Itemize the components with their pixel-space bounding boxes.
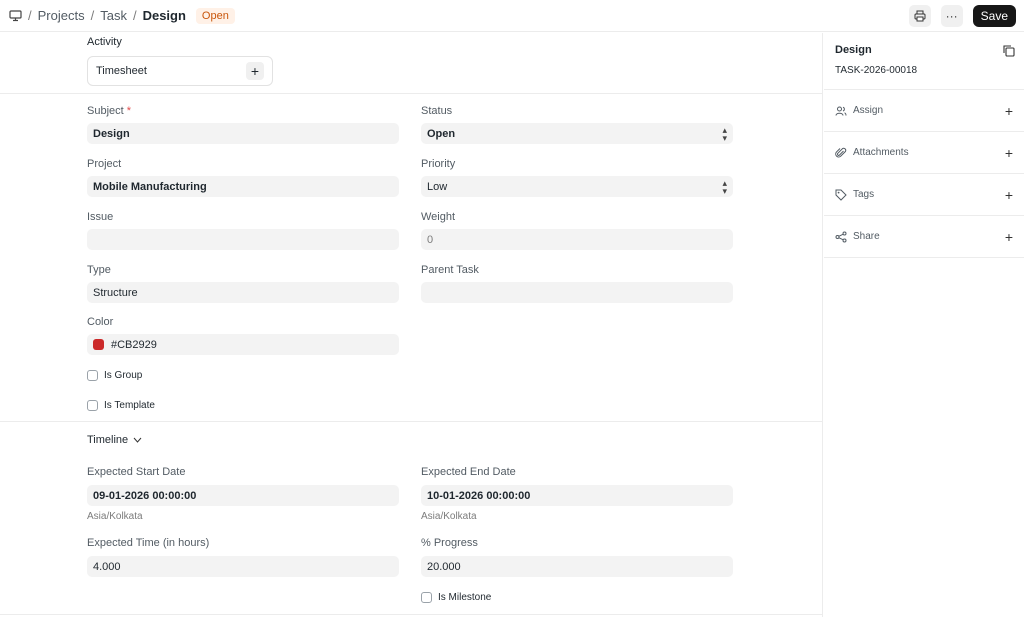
subject-label: Subject * [87, 105, 131, 117]
timeline-section: Timeline Expected Start Date 09-01-2026 … [0, 422, 823, 615]
activity-section: Activity Timesheet + [0, 33, 823, 94]
is-milestone-checkbox[interactable] [421, 592, 432, 603]
timeline-title: Timeline [87, 434, 129, 446]
issue-label: Issue [87, 211, 114, 223]
expected-time-label: Expected Time (in hours) [87, 537, 210, 549]
priority-value: Low [427, 180, 448, 193]
required-mark: * [126, 105, 132, 117]
sidebar-item-label: Share [853, 231, 880, 242]
is-group-label: Is Group [104, 370, 143, 381]
status-badge: Open [195, 7, 235, 24]
add-attachment-button[interactable]: + [1005, 145, 1013, 161]
sidebar-item-label: Tags [853, 189, 875, 200]
print-button[interactable] [908, 4, 931, 27]
start-date-label: Expected Start Date [87, 466, 186, 478]
add-timesheet-button[interactable]: + [246, 62, 264, 80]
breadcrumb: / Projects / Task / Design [8, 8, 186, 23]
save-button[interactable]: Save [972, 4, 1016, 27]
sidebar-header: Design TASK-2026-00018 [824, 33, 1024, 90]
type-input[interactable]: Structure [87, 282, 399, 303]
breadcrumb-task[interactable]: Task [100, 8, 127, 23]
breadcrumb-current: Design [142, 8, 186, 23]
is-milestone-label: Is Milestone [438, 592, 492, 603]
status-select[interactable]: Open ▴ ▾ [421, 123, 733, 144]
weight-input[interactable]: 0 [421, 229, 733, 250]
is-template-row[interactable]: Is Template [87, 400, 155, 411]
priority-select[interactable]: Low ▴ ▾ [421, 176, 733, 197]
sidebar-item-label: Attachments [853, 147, 909, 158]
project-label: Project [87, 158, 122, 170]
copy-icon[interactable] [1002, 44, 1016, 58]
color-input[interactable]: #CB2929 [87, 334, 399, 355]
document-id: TASK-2026-00018 [835, 65, 918, 76]
progress-label: % Progress [421, 537, 478, 549]
breadcrumb-separator: / [28, 8, 32, 23]
subject-label-text: Subject [87, 105, 124, 117]
activity-title: Activity [87, 36, 122, 48]
expected-time-input[interactable]: 4.000 [87, 556, 399, 577]
sidebar-item-share[interactable]: Share + [824, 216, 1024, 258]
paperclip-icon [835, 147, 847, 157]
sidebar: Design TASK-2026-00018 Assign + Attachme… [824, 33, 1024, 617]
color-value: #CB2929 [111, 338, 157, 351]
top-actions: ··· Save [908, 4, 1016, 27]
status-value: Open [427, 127, 456, 140]
timeline-toggle[interactable]: Timeline [87, 434, 142, 446]
sidebar-item-attachments[interactable]: Attachments + [824, 132, 1024, 174]
tag-icon [835, 189, 847, 201]
color-label: Color [87, 316, 114, 328]
end-date-label: Expected End Date [421, 466, 516, 478]
status-label: Status [421, 105, 453, 117]
timesheet-label: Timesheet [96, 65, 147, 77]
select-arrows-icon: ▴ ▾ [722, 177, 727, 196]
breadcrumb-projects[interactable]: Projects [38, 8, 85, 23]
desktop-icon[interactable] [8, 9, 22, 23]
timesheet-card[interactable]: Timesheet + [87, 56, 273, 86]
breadcrumb-separator: / [132, 8, 137, 23]
is-group-checkbox[interactable] [87, 370, 98, 381]
sidebar-title: Design [835, 44, 872, 56]
color-swatch[interactable] [93, 339, 104, 350]
main-form: Activity Timesheet + Subject * Design Pr… [0, 33, 823, 617]
top-bar: / Projects / Task / Design Open ··· Save [0, 0, 1024, 32]
chevron-down-icon [133, 437, 142, 443]
weight-label: Weight [421, 211, 456, 223]
sidebar-item-label: Assign [853, 105, 884, 116]
share-icon [835, 231, 847, 242]
is-template-label: Is Template [104, 400, 155, 411]
more-button[interactable]: ··· [940, 4, 963, 27]
is-milestone-row[interactable]: Is Milestone [421, 592, 491, 603]
progress-input[interactable]: 20.000 [421, 556, 733, 577]
issue-input[interactable] [87, 229, 399, 250]
start-timezone: Asia/Kolkata [87, 511, 143, 522]
start-date-input[interactable]: 09-01-2026 00:00:00 [87, 485, 399, 506]
parent-task-label: Parent Task [421, 264, 479, 276]
end-date-input[interactable]: 10-01-2026 00:00:00 [421, 485, 733, 506]
subject-input[interactable]: Design [87, 123, 399, 144]
add-tag-button[interactable]: + [1005, 187, 1013, 203]
select-arrows-icon: ▴ ▾ [722, 124, 727, 143]
sidebar-item-tags[interactable]: Tags + [824, 174, 1024, 216]
add-assign-button[interactable]: + [1005, 103, 1013, 119]
sidebar-item-assign[interactable]: Assign + [824, 90, 1024, 132]
priority-label: Priority [421, 158, 456, 170]
add-share-button[interactable]: + [1005, 229, 1013, 245]
project-input[interactable]: Mobile Manufacturing [87, 176, 399, 197]
is-template-checkbox[interactable] [87, 400, 98, 411]
users-icon [835, 106, 847, 116]
details-section: Subject * Design Project Mobile Manufact… [0, 94, 823, 422]
type-label: Type [87, 264, 111, 276]
is-group-row[interactable]: Is Group [87, 370, 142, 381]
breadcrumb-separator: / [90, 8, 95, 23]
parent-task-input[interactable] [421, 282, 733, 303]
printer-icon [914, 10, 926, 21]
end-timezone: Asia/Kolkata [421, 511, 477, 522]
